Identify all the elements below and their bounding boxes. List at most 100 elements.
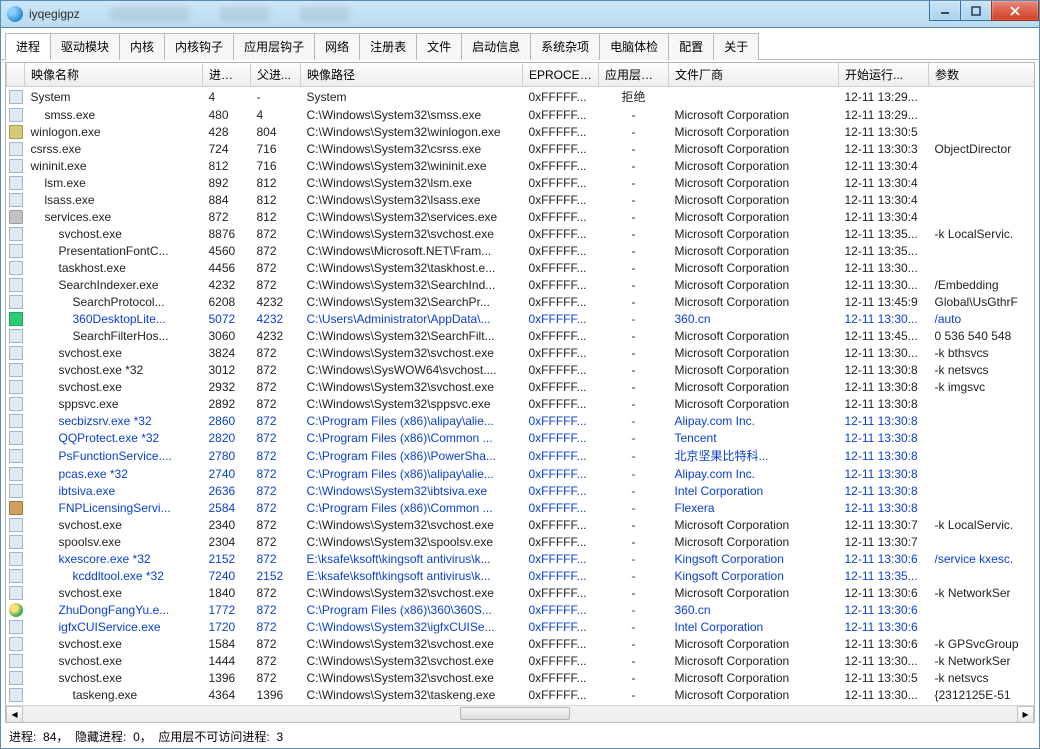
cell-start: 12-11 13:30:6 <box>839 584 929 601</box>
column-header-path[interactable]: 映像路径 <box>301 63 523 87</box>
tab-2[interactable]: 内核 <box>119 33 165 60</box>
table-row[interactable]: svchost.exe *323012872C:\Windows\SysWOW6… <box>7 361 1035 378</box>
column-header-image[interactable]: 映像名称 <box>25 63 203 87</box>
table-row[interactable]: spoolsv.exe2304872C:\Windows\System32\sp… <box>7 533 1035 550</box>
scroll-thumb[interactable] <box>460 707 570 720</box>
cell-eproc: 0xFFFFF... <box>523 516 599 533</box>
table-row[interactable]: svchost.exe1444872C:\Windows\System32\sv… <box>7 652 1035 669</box>
column-header-eproc[interactable]: EPROCESS <box>523 63 599 87</box>
scroll-left-button[interactable]: ◂ <box>6 706 23 723</box>
cell-eproc: 0xFFFFF... <box>523 465 599 482</box>
cell-ppid: 872 <box>251 242 301 259</box>
sys-icon <box>9 142 23 156</box>
table-row[interactable]: PsFunctionService....2780872C:\Program F… <box>7 446 1035 465</box>
table-row[interactable]: igfxCUIService.exe1720872C:\Windows\Syst… <box>7 618 1035 635</box>
tab-0[interactable]: 进程 <box>5 33 51 60</box>
column-header-vendor[interactable]: 文件厂商 <box>669 63 839 87</box>
table-row[interactable]: QQProtect.exe *322820872C:\Program Files… <box>7 429 1035 446</box>
tab-3[interactable]: 内核钩子 <box>164 33 234 60</box>
row-icon-cell <box>7 106 25 123</box>
cell-pid: 812 <box>203 157 251 174</box>
cell-ppid: 804 <box>251 123 301 140</box>
cell-image: smss.exe <box>25 106 203 123</box>
scroll-track[interactable] <box>23 706 1017 723</box>
tab-9[interactable]: 系统杂项 <box>530 33 600 60</box>
table-row[interactable]: svchost.exe1840872C:\Windows\System32\sv… <box>7 584 1035 601</box>
cell-pid: 884 <box>203 191 251 208</box>
cell-params: -k NetworkSer <box>929 584 1035 601</box>
table-row[interactable]: svchost.exe2932872C:\Windows\System32\sv… <box>7 378 1035 395</box>
cell-ppid: 4232 <box>251 310 301 327</box>
cell-ppid: 872 <box>251 429 301 446</box>
row-icon-cell <box>7 412 25 429</box>
column-header-appaccess[interactable]: 应用层访... <box>599 63 669 87</box>
cell-params: -k LocalServic. <box>929 225 1035 242</box>
column-header-params[interactable]: 参数 <box>929 63 1035 87</box>
cell-start: 12-11 13:30:7 <box>839 533 929 550</box>
table-row[interactable]: SearchIndexer.exe4232872C:\Windows\Syste… <box>7 276 1035 293</box>
tab-1[interactable]: 驱动模块 <box>50 33 120 60</box>
table-row[interactable]: SearchFilterHos...30604232C:\Windows\Sys… <box>7 327 1035 344</box>
table-row[interactable]: System4-System0xFFFFF...拒绝12-11 13:29... <box>7 87 1035 107</box>
table-row[interactable]: kcddltool.exe *3272402152E:\ksafe\ksoft\… <box>7 567 1035 584</box>
table-row[interactable]: kxescore.exe *322152872E:\ksafe\ksoft\ki… <box>7 550 1035 567</box>
tab-7[interactable]: 文件 <box>416 33 462 60</box>
tab-6[interactable]: 注册表 <box>359 33 417 60</box>
table-row[interactable]: secbizsrv.exe *322860872C:\Program Files… <box>7 412 1035 429</box>
tab-4[interactable]: 应用层钩子 <box>233 33 315 60</box>
row-icon-cell <box>7 618 25 635</box>
process-grid-scroll[interactable]: 映像名称进程ID父进...映像路径EPROCESS应用层访...文件厂商开始运行… <box>6 63 1034 705</box>
maximize-button[interactable] <box>960 1 992 21</box>
table-row[interactable]: lsass.exe884812C:\Windows\System32\lsass… <box>7 191 1035 208</box>
cell-image: FNPLicensingServi... <box>25 499 203 516</box>
cell-params: -k bthsvcs <box>929 344 1035 361</box>
cell-appaccess: - <box>599 293 669 310</box>
cell-start: 12-11 13:30:4 <box>839 208 929 225</box>
table-row[interactable]: taskhost.exe4456872C:\Windows\System32\t… <box>7 259 1035 276</box>
cell-appaccess: - <box>599 276 669 293</box>
column-header-icon[interactable] <box>7 63 25 87</box>
cell-appaccess: - <box>599 635 669 652</box>
tab-12[interactable]: 关于 <box>713 33 759 60</box>
cell-eproc: 0xFFFFF... <box>523 378 599 395</box>
sys-icon <box>9 159 23 173</box>
row-icon-cell <box>7 327 25 344</box>
table-row[interactable]: lsm.exe892812C:\Windows\System32\lsm.exe… <box>7 174 1035 191</box>
table-row[interactable]: sppsvc.exe2892872C:\Windows\System32\spp… <box>7 395 1035 412</box>
cell-vendor: Microsoft Corporation <box>669 140 839 157</box>
table-row[interactable]: 360DesktopLite...50724232C:\Users\Admini… <box>7 310 1035 327</box>
sys-icon <box>9 363 23 377</box>
table-row[interactable]: wininit.exe812716C:\Windows\System32\win… <box>7 157 1035 174</box>
table-row[interactable]: winlogon.exe428804C:\Windows\System32\wi… <box>7 123 1035 140</box>
column-header-ppid[interactable]: 父进... <box>251 63 301 87</box>
table-row[interactable]: svchost.exe2340872C:\Windows\System32\sv… <box>7 516 1035 533</box>
table-row[interactable]: ibtsiva.exe2636872C:\Windows\System32\ib… <box>7 482 1035 499</box>
table-row[interactable]: services.exe872812C:\Windows\System32\se… <box>7 208 1035 225</box>
horizontal-scrollbar[interactable]: ◂ ▸ <box>6 705 1034 722</box>
table-row[interactable]: svchost.exe1584872C:\Windows\System32\sv… <box>7 635 1035 652</box>
table-row[interactable]: taskeng.exe43641396C:\Windows\System32\t… <box>7 686 1035 703</box>
close-button[interactable] <box>991 1 1039 21</box>
tab-8[interactable]: 启动信息 <box>461 33 531 60</box>
table-row[interactable]: PresentationFontC...4560872C:\Windows\Mi… <box>7 242 1035 259</box>
table-row[interactable]: svchost.exe3824872C:\Windows\System32\sv… <box>7 344 1035 361</box>
cell-appaccess: - <box>599 669 669 686</box>
table-row[interactable]: csrss.exe724716C:\Windows\System32\csrss… <box>7 140 1035 157</box>
table-row[interactable]: svchost.exe1396872C:\Windows\System32\sv… <box>7 669 1035 686</box>
table-row[interactable]: ZhuDongFangYu.e...1772872C:\Program File… <box>7 601 1035 618</box>
table-row[interactable]: smss.exe4804C:\Windows\System32\smss.exe… <box>7 106 1035 123</box>
cell-start: 12-11 13:30:8 <box>839 395 929 412</box>
table-row[interactable]: svchost.exe8876872C:\Windows\System32\sv… <box>7 225 1035 242</box>
cell-ppid: 872 <box>251 584 301 601</box>
tab-10[interactable]: 电脑体检 <box>599 33 669 60</box>
minimize-button[interactable] <box>929 1 961 21</box>
table-row[interactable]: FNPLicensingServi...2584872C:\Program Fi… <box>7 499 1035 516</box>
scroll-right-button[interactable]: ▸ <box>1017 706 1034 723</box>
table-row[interactable]: SearchProtocol...62084232C:\Windows\Syst… <box>7 293 1035 310</box>
column-header-start[interactable]: 开始运行... <box>839 63 929 87</box>
cell-vendor: Microsoft Corporation <box>669 533 839 550</box>
column-header-pid[interactable]: 进程ID <box>203 63 251 87</box>
table-row[interactable]: pcas.exe *322740872C:\Program Files (x86… <box>7 465 1035 482</box>
tab-5[interactable]: 网络 <box>314 33 360 60</box>
tab-11[interactable]: 配置 <box>668 33 714 60</box>
